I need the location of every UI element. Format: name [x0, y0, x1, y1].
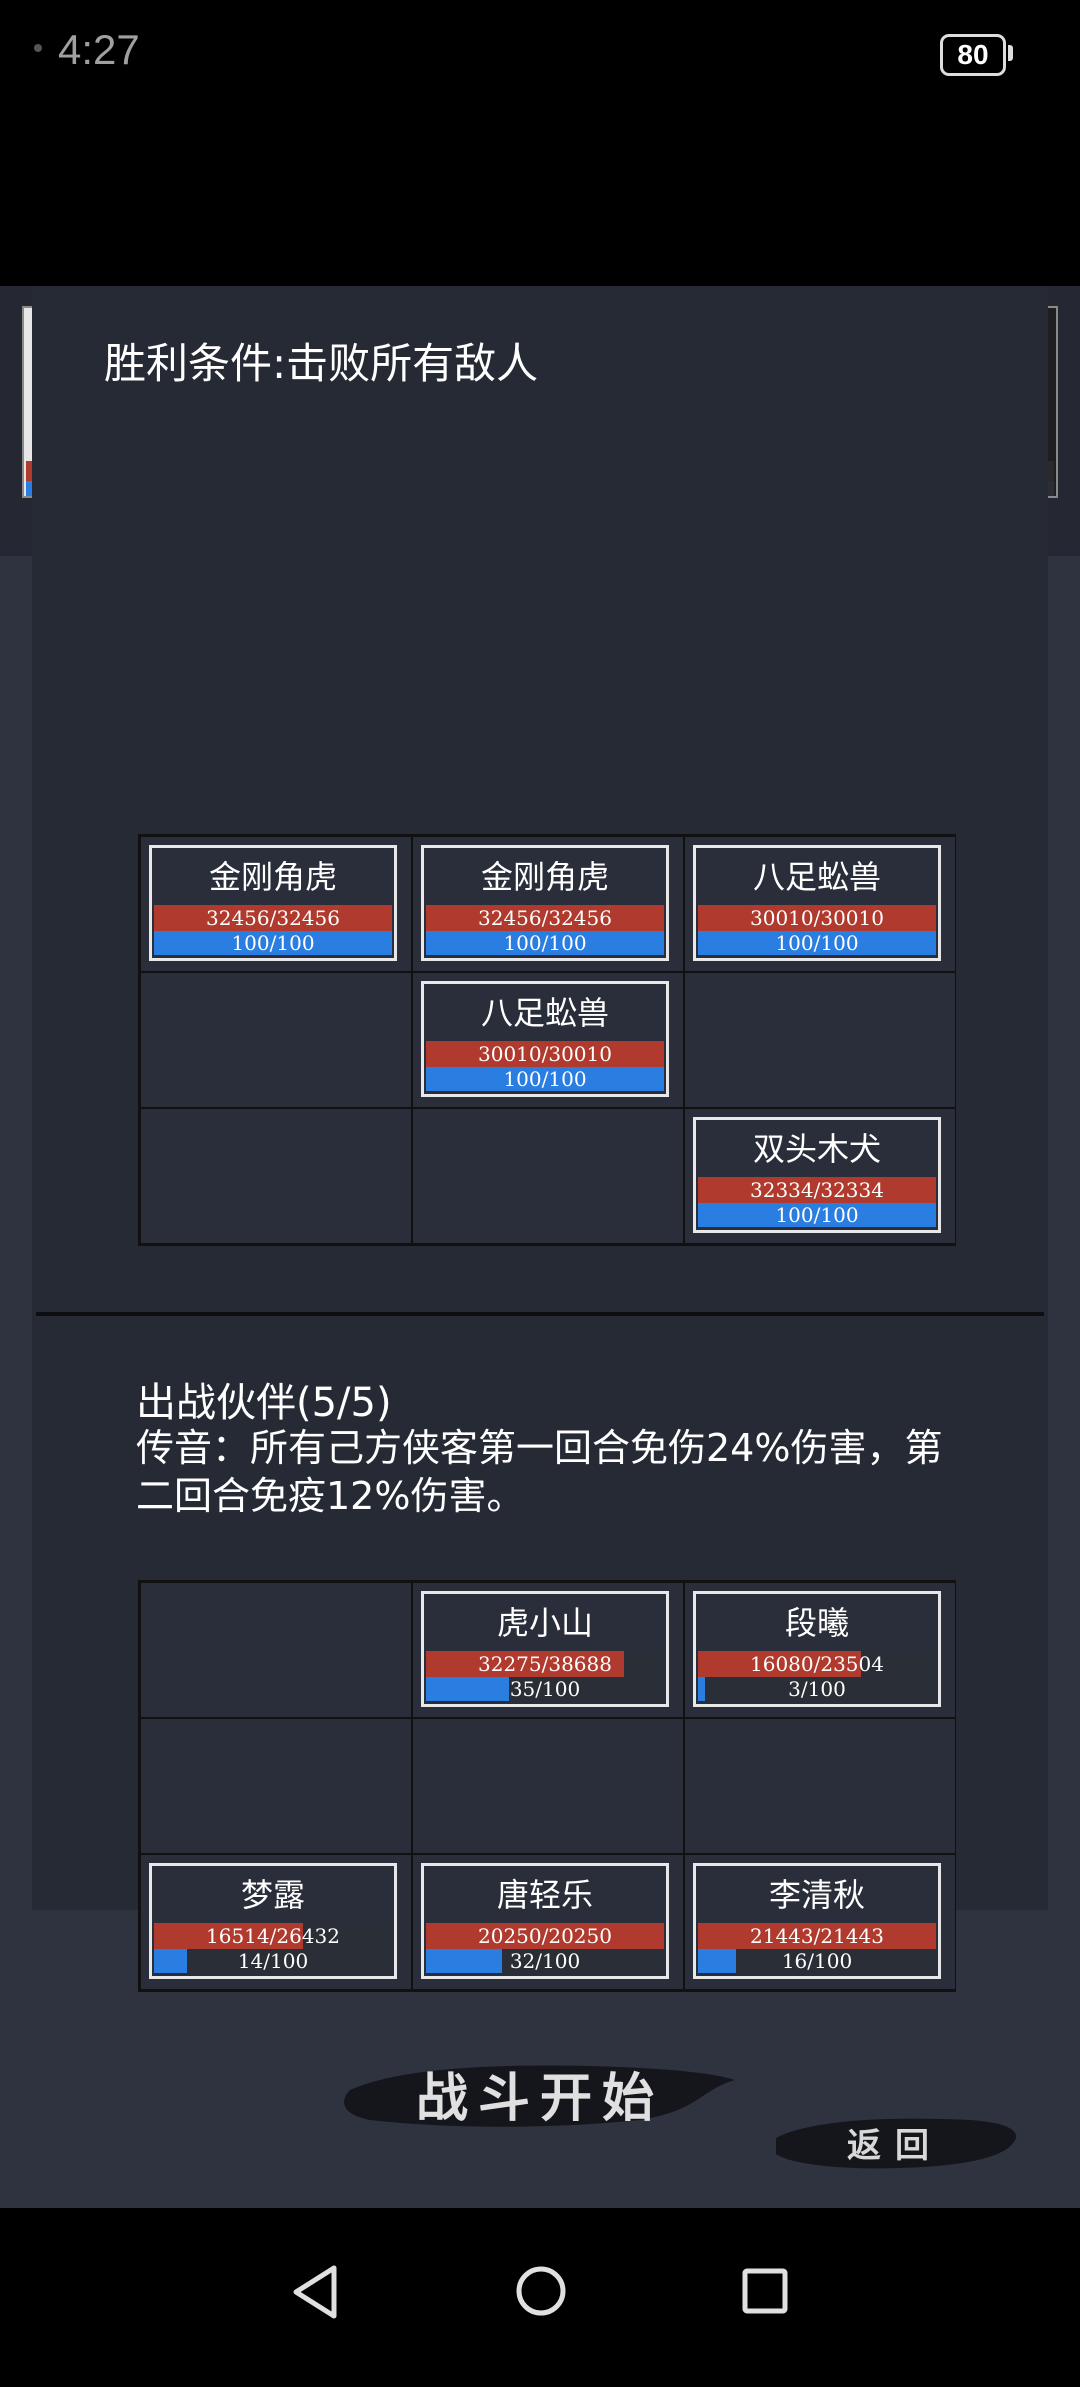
mp-text: 100/100	[503, 931, 587, 955]
status-bar: 4:27 80	[0, 0, 1080, 110]
victory-condition: 胜利条件:击败所有敌人	[104, 339, 539, 388]
formation-slot[interactable]: 虎小山 32275/38688 35/100	[413, 1583, 683, 1717]
system-nav-bar	[0, 2208, 1080, 2387]
partners-title: 出战伙伴(5/5)	[136, 1380, 392, 1426]
unit-name: 李清秋	[768, 1876, 865, 1914]
buff-description: 传音：所有己方侠客第一回合免伤24%伤害，第二回合免疫12%伤害。	[136, 1426, 943, 1518]
mp-bar: 100/100	[426, 931, 664, 955]
start-battle-label: 战斗开始	[415, 2068, 664, 2129]
enemy-formation-grid: 金刚角虎 32456/32456 100/100 金刚角虎 32456/32456 100…	[138, 834, 956, 1246]
formation-slot[interactable]	[141, 973, 411, 1107]
hp-bar: 32334/32334	[698, 1177, 936, 1203]
formation-slot[interactable]	[141, 1583, 411, 1717]
mp-text: 32/100	[509, 1949, 581, 1973]
mp-text: 16/100	[781, 1949, 853, 1973]
battery-icon: 80	[940, 34, 1006, 76]
mp-text: 100/100	[503, 1067, 587, 1091]
back-button[interactable]: 返回	[770, 2108, 1020, 2176]
battery-tip	[1008, 45, 1013, 61]
mp-text: 100/100	[775, 1203, 859, 1227]
back-triangle-icon[interactable]	[290, 2264, 340, 2320]
unit-name: 金刚角虎	[208, 858, 337, 896]
mp-text: 14/100	[237, 1949, 309, 1973]
unit-name: 八足蚣兽	[752, 858, 881, 896]
hp-bar: 32275/38688	[426, 1651, 664, 1677]
formation-slot[interactable]: 唐轻乐 20250/20250 32/100	[413, 1855, 683, 1989]
formation-slot[interactable]: 梦露 16514/26432 14/100	[141, 1855, 411, 1989]
hp-text: 16080/23504	[750, 1652, 884, 1676]
unit-name: 唐轻乐	[496, 1876, 593, 1914]
partner-formation-grid: 虎小山 32275/38688 35/100 段曦 16080/23504 3/100 梦露…	[138, 1580, 956, 1992]
formation-slot[interactable]: 段曦 16080/23504 3/100	[685, 1583, 955, 1717]
enemy-unit-card[interactable]: 双头木犬 32334/32334 100/100	[693, 1117, 941, 1233]
section-divider	[36, 1312, 1044, 1316]
hp-bar: 32456/32456	[154, 905, 392, 931]
mp-text: 100/100	[231, 931, 315, 955]
hp-bar: 30010/30010	[426, 1041, 664, 1067]
formation-slot[interactable]	[141, 1719, 411, 1853]
mp-bar: 35/100	[426, 1677, 664, 1701]
enemy-unit-card[interactable]: 金刚角虎 32456/32456 100/100	[421, 845, 669, 961]
clock: 4:27	[58, 26, 140, 73]
formation-slot[interactable]: 双头木犬 32334/32334 100/100	[685, 1109, 955, 1243]
hp-text: 32456/32456	[478, 906, 612, 930]
formation-slot[interactable]	[141, 1109, 411, 1243]
hp-text: 21443/21443	[750, 1924, 884, 1948]
mp-bar: 14/100	[154, 1949, 392, 1973]
hp-text: 32456/32456	[206, 906, 340, 930]
unit-name: 双头木犬	[752, 1130, 881, 1168]
hp-text: 32334/32334	[750, 1178, 884, 1202]
enemy-unit-card[interactable]: 八足蚣兽 30010/30010 100/100	[421, 981, 669, 1097]
formation-slot[interactable]: 八足蚣兽 30010/30010 100/100	[685, 837, 955, 971]
unit-name: 虎小山	[496, 1604, 593, 1642]
mp-text: 100/100	[775, 931, 859, 955]
hp-text: 30010/30010	[750, 906, 884, 930]
mp-text: 3/100	[788, 1677, 846, 1701]
partner-unit-card[interactable]: 李清秋 21443/21443 16/100	[693, 1863, 941, 1979]
home-circle-icon[interactable]	[514, 2264, 568, 2318]
mp-text: 35/100	[509, 1677, 581, 1701]
hp-bar: 16080/23504	[698, 1651, 936, 1677]
formation-slot[interactable]	[413, 1109, 683, 1243]
formation-slot[interactable]: 八足蚣兽 30010/30010 100/100	[413, 973, 683, 1107]
enemy-unit-card[interactable]: 金刚角虎 32456/32456 100/100	[149, 845, 397, 961]
formation-slot[interactable]: 金刚角虎 32456/32456 100/100	[141, 837, 411, 971]
formation-slot[interactable]	[685, 973, 955, 1107]
partner-unit-card[interactable]: 唐轻乐 20250/20250 32/100	[421, 1863, 669, 1979]
hp-bar: 16514/26432	[154, 1923, 392, 1949]
hp-text: 20250/20250	[478, 1924, 612, 1948]
partner-unit-card[interactable]: 虎小山 32275/38688 35/100	[421, 1591, 669, 1707]
unit-name: 梦露	[240, 1876, 305, 1914]
back-label: 返回	[847, 2126, 943, 2166]
notification-dot-icon	[34, 44, 42, 52]
enemy-unit-card[interactable]: 八足蚣兽 30010/30010 100/100	[693, 845, 941, 961]
recents-square-icon[interactable]	[740, 2266, 790, 2316]
start-battle-button[interactable]: 战斗开始	[340, 2050, 740, 2134]
mp-bar: 32/100	[426, 1949, 664, 1973]
mp-bar: 100/100	[698, 1203, 936, 1227]
formation-slot[interactable]: 金刚角虎 32456/32456 100/100	[413, 837, 683, 971]
partner-unit-card[interactable]: 段曦 16080/23504 3/100	[693, 1591, 941, 1707]
mp-bar: 16/100	[698, 1949, 936, 1973]
hp-bar: 20250/20250	[426, 1923, 664, 1949]
unit-name: 段曦	[784, 1604, 849, 1642]
unit-name: 金刚角虎	[480, 858, 609, 896]
mp-bar: 100/100	[426, 1067, 664, 1091]
hp-bar: 21443/21443	[698, 1923, 936, 1949]
partner-unit-card[interactable]: 梦露 16514/26432 14/100	[149, 1863, 397, 1979]
hp-text: 32275/38688	[478, 1652, 612, 1676]
formation-slot[interactable]	[413, 1719, 683, 1853]
hp-text: 16514/26432	[206, 1924, 340, 1948]
unit-name: 八足蚣兽	[480, 994, 609, 1032]
mp-bar: 3/100	[698, 1677, 936, 1701]
formation-slot[interactable]: 李清秋 21443/21443 16/100	[685, 1855, 955, 1989]
formation-slot[interactable]	[685, 1719, 955, 1853]
mp-bar: 100/100	[154, 931, 392, 955]
mp-bar: 100/100	[698, 931, 936, 955]
hp-text: 30010/30010	[478, 1042, 612, 1066]
hp-bar: 32456/32456	[426, 905, 664, 931]
hp-bar: 30010/30010	[698, 905, 936, 931]
